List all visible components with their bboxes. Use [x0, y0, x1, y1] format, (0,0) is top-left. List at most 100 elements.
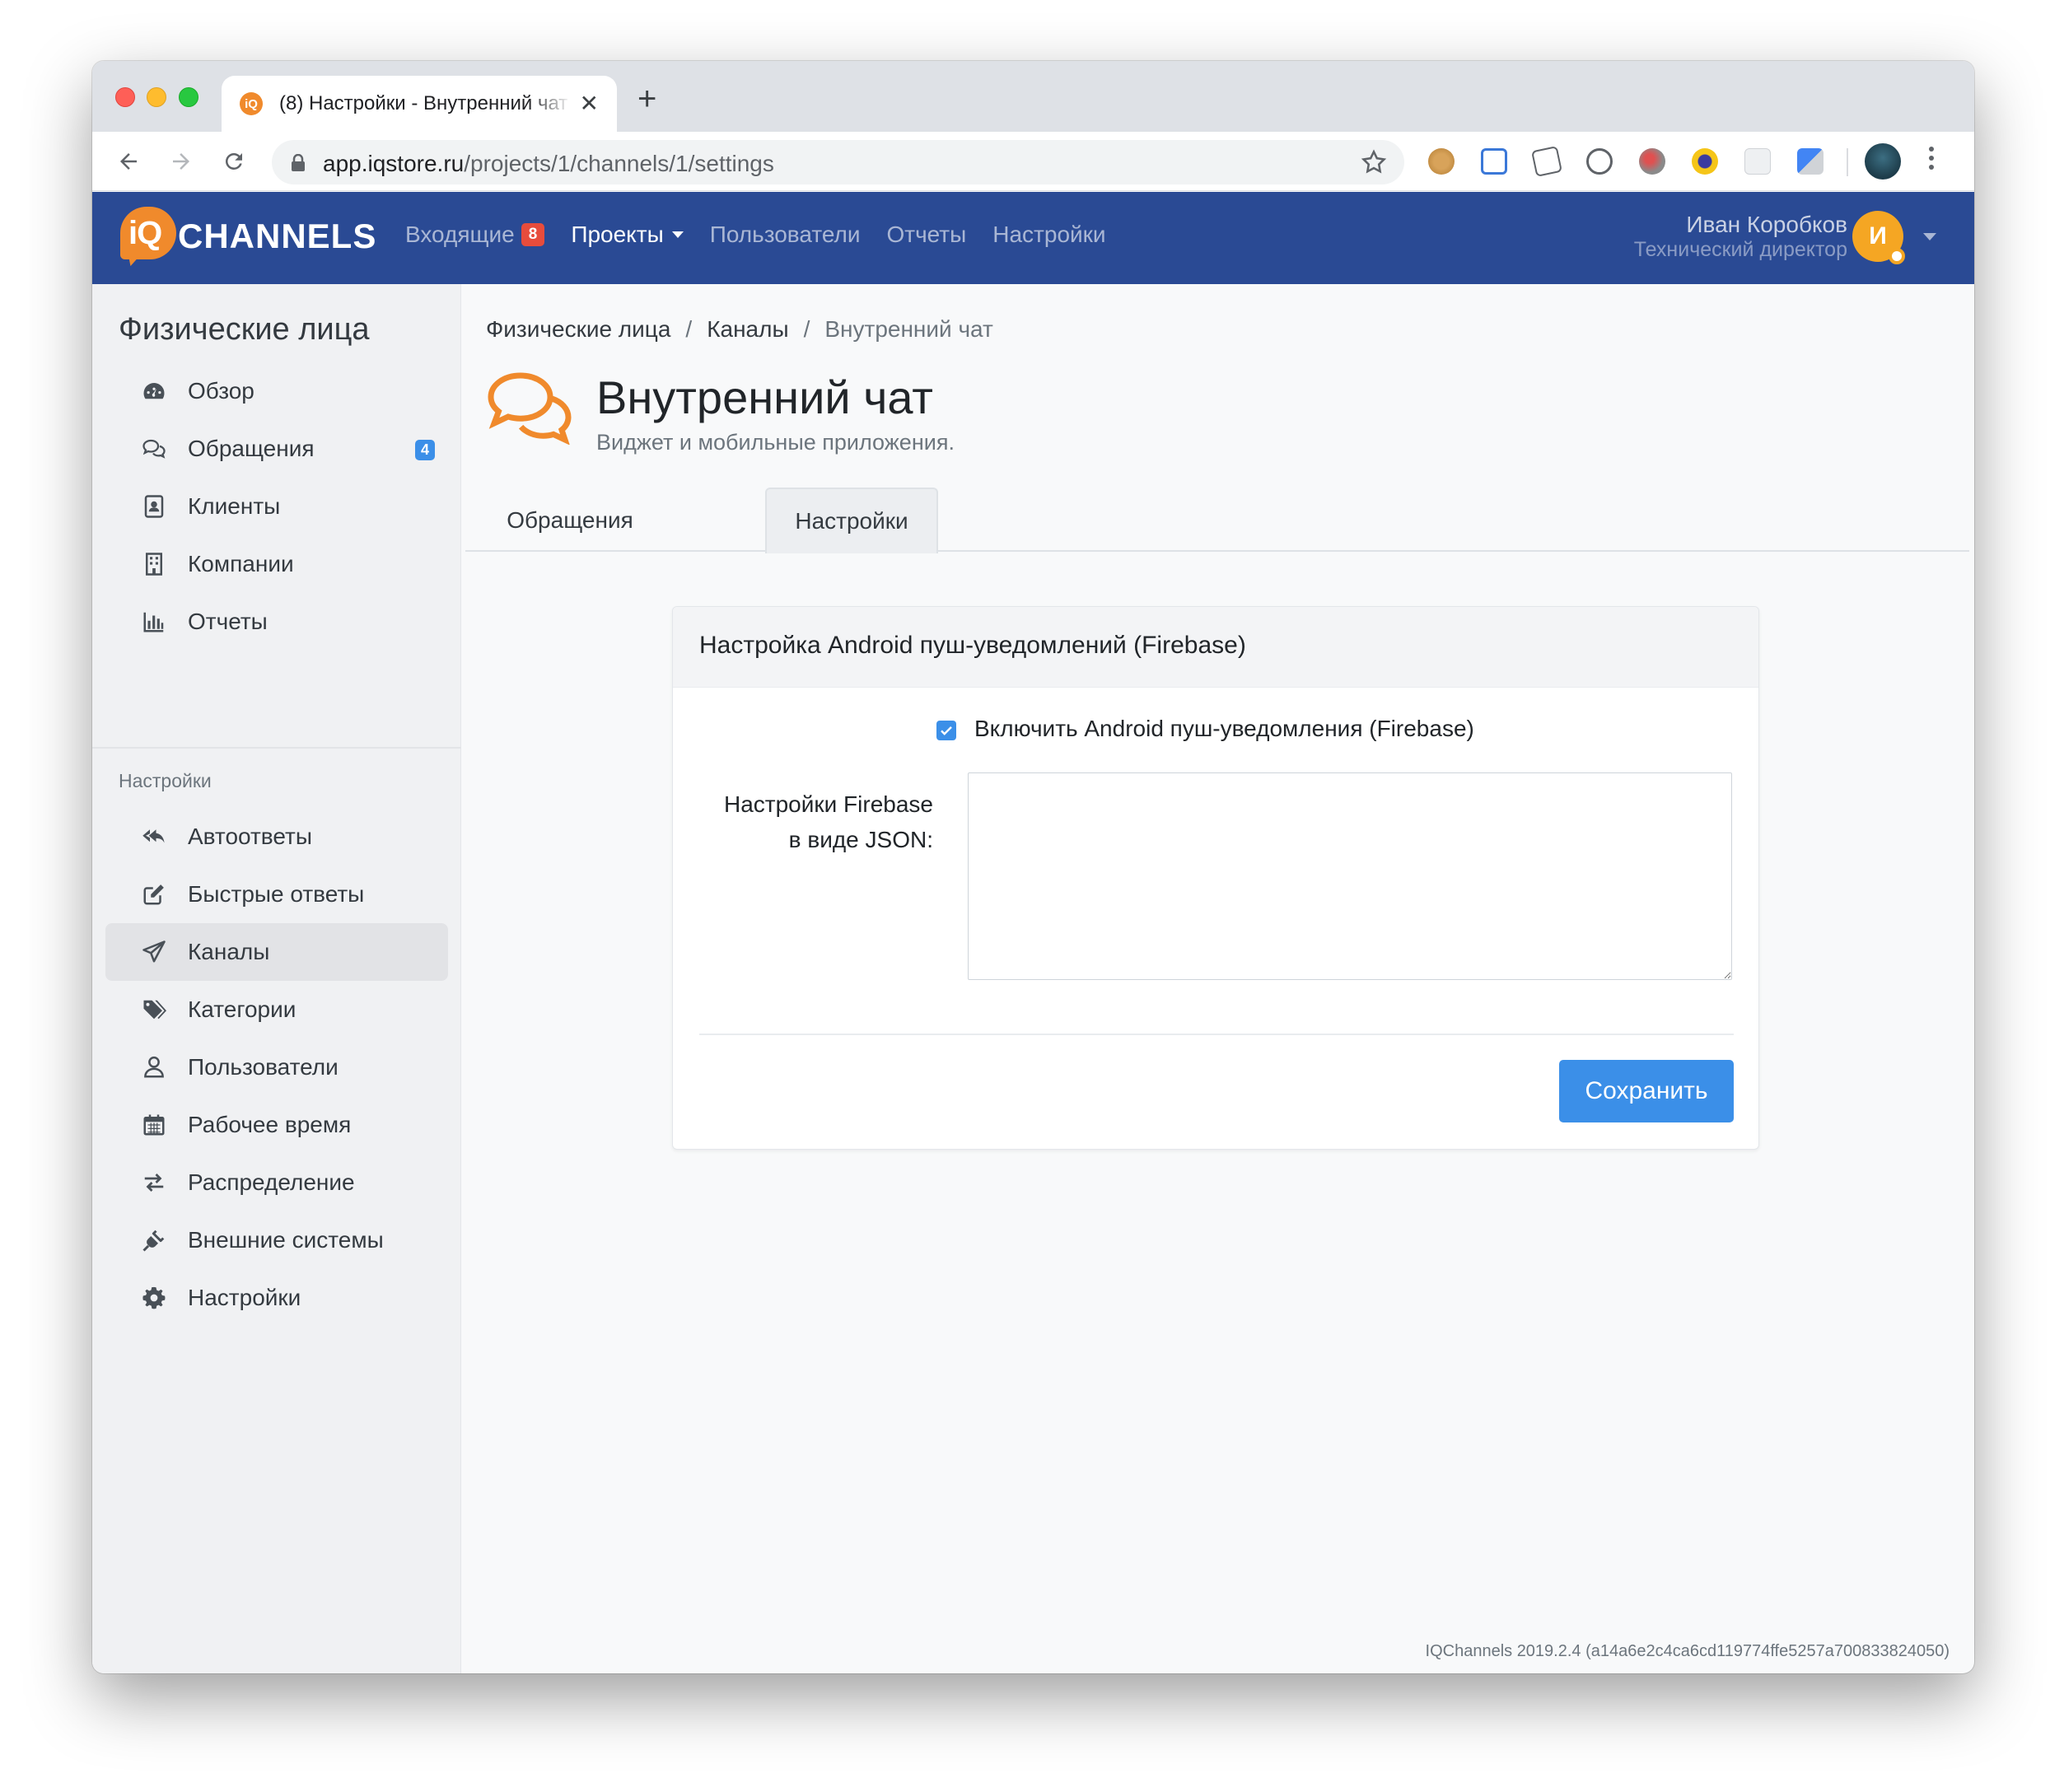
caret-down-icon	[671, 231, 684, 238]
sidebar-section-label: Настройки	[119, 770, 212, 791]
plug-icon	[140, 1226, 168, 1254]
new-tab-button[interactable]: +	[637, 82, 656, 115]
minimize-window-button[interactable]	[147, 87, 166, 107]
status-dot-icon	[1889, 248, 1905, 264]
top-nav: Входящие 8 Проекты Пользователи Отчеты Н…	[405, 222, 1132, 248]
comments-icon	[140, 435, 168, 463]
breadcrumb-item[interactable]: Физические лица	[486, 316, 670, 343]
firebase-json-label-line1: Настройки Firebase	[723, 791, 933, 817]
nav-inbox-label: Входящие	[405, 222, 515, 247]
sidebar-item-label: Клиенты	[188, 493, 281, 519]
sidebar-item-label: Отчеты	[188, 609, 268, 634]
favicon-icon: iQ	[240, 92, 263, 115]
sidebar-item-label: Автоответы	[188, 824, 312, 849]
cog-icon	[140, 1284, 168, 1312]
bookmark-star-icon[interactable]	[1360, 148, 1388, 176]
screen-extension-icon[interactable]	[1481, 148, 1507, 175]
breadcrumb-current: Внутренний чат	[824, 316, 993, 342]
zoom-window-button[interactable]	[179, 87, 198, 107]
save-button[interactable]: Сохранить	[1559, 1060, 1734, 1122]
tab-settings[interactable]: Настройки	[765, 488, 938, 553]
ruler-extension-icon[interactable]	[1531, 146, 1562, 177]
sidebar-item-channels[interactable]: Каналы	[105, 923, 448, 981]
sidebar-item-label: Каналы	[188, 939, 270, 964]
close-window-button[interactable]	[115, 87, 135, 107]
user-menu-caret-icon[interactable]	[1923, 233, 1936, 240]
firebase-json-textarea[interactable]	[968, 772, 1732, 980]
dashboard-icon	[140, 377, 168, 405]
globe-extension-icon[interactable]	[1639, 148, 1665, 175]
logo-text: CHANNELS	[178, 217, 377, 255]
version-footer: IQChannels 2019.2.4 (a14a6e2c4ca6cd11977…	[1425, 1642, 1950, 1660]
moon-extension-icon[interactable]	[1692, 148, 1718, 175]
sidebar-item-reports[interactable]: Отчеты	[105, 593, 448, 651]
browser-menu-icon[interactable]	[1929, 147, 1934, 170]
exchange-icon	[140, 1169, 168, 1197]
back-button[interactable]	[110, 143, 147, 180]
card-header: Настройка Android пуш-уведомлений (Fireb…	[673, 607, 1758, 688]
sidebar-item-label: Внешние системы	[188, 1227, 384, 1253]
tags-icon	[140, 996, 168, 1024]
sidebar-item-label: Настройки	[188, 1285, 301, 1310]
nav-users[interactable]: Пользователи	[710, 222, 861, 248]
sidebar-item-label: Распределение	[188, 1169, 355, 1195]
tab-requests[interactable]: Обращения	[465, 488, 675, 553]
nav-inbox[interactable]: Входящие 8	[405, 222, 545, 248]
nav-settings[interactable]: Настройки	[992, 222, 1105, 248]
code-extension-icon[interactable]	[1586, 148, 1613, 175]
nav-reports[interactable]: Отчеты	[886, 222, 966, 248]
cookie-extension-icon[interactable]	[1428, 148, 1455, 175]
firebase-settings-card: Настройка Android пуш-уведомлений (Fireb…	[672, 606, 1759, 1150]
tab-title: (8) Настройки - Внутренний чат	[279, 92, 568, 114]
card-divider	[699, 1034, 1734, 1035]
sidebar-title: Физические лица	[119, 312, 370, 347]
sidebar-item-companies[interactable]: Компании	[105, 535, 448, 593]
sidebar-item-quick-replies[interactable]: Быстрые ответы	[105, 866, 448, 923]
nav-projects[interactable]: Проекты	[571, 222, 684, 248]
browser-tab[interactable]: iQ (8) Настройки - Внутренний чат ✕	[222, 76, 617, 132]
contact-card-icon	[140, 492, 168, 520]
sidebar-item-autoreplies[interactable]: Автоответы	[105, 808, 448, 866]
breadcrumb: Физические лица / Каналы / Внутренний ча…	[486, 316, 993, 343]
browser-toolbar: app.iqstore.ru/projects/1/channels/1/set…	[92, 132, 1974, 191]
page-tabs: Обращения Настройки	[465, 488, 1969, 553]
sidebar-item-settings[interactable]: Настройки	[105, 1269, 448, 1327]
address-bar[interactable]: app.iqstore.ru/projects/1/channels/1/set…	[272, 140, 1404, 184]
user-role: Технический директор	[1633, 238, 1847, 261]
profile-avatar[interactable]	[1865, 143, 1901, 180]
sidebar-item-categories[interactable]: Категории	[105, 981, 448, 1038]
user-icon	[140, 1053, 168, 1081]
blank-extension-icon[interactable]	[1744, 148, 1771, 175]
reload-button[interactable]	[216, 143, 252, 180]
nav-projects-label: Проекты	[571, 222, 664, 247]
checkmark-icon	[941, 726, 952, 735]
user-name[interactable]: Иван Коробков	[1686, 212, 1847, 238]
requests-count-badge: 4	[414, 440, 435, 460]
reply-all-icon	[140, 823, 168, 851]
sidebar-divider	[92, 747, 461, 749]
sidebar-item-distribution[interactable]: Распределение	[105, 1154, 448, 1211]
url-path: /projects/1/channels/1/settings	[464, 151, 774, 176]
sidebar-item-external-systems[interactable]: Внешние системы	[105, 1211, 448, 1269]
enable-firebase-checkbox[interactable]	[936, 721, 956, 740]
arrow-left-icon	[120, 153, 137, 170]
sidebar-item-overview[interactable]: Обзор	[105, 362, 448, 420]
sidebar-item-requests[interactable]: Обращения 4	[105, 420, 448, 478]
toolbar-separator	[1847, 148, 1848, 176]
firebase-json-label-line2: в виде JSON:	[788, 827, 933, 852]
enable-firebase-label[interactable]: Включить Android пуш-уведомления (Fireba…	[974, 716, 1474, 742]
bar-chart-icon	[140, 608, 168, 636]
browser-window: iQ (8) Настройки - Внутренний чат ✕ + ap…	[92, 61, 1974, 1673]
close-tab-icon[interactable]: ✕	[580, 92, 599, 115]
building-icon	[140, 550, 168, 578]
chat-bubbles-icon	[488, 372, 572, 445]
calendar-icon	[140, 1111, 168, 1139]
sidebar-item-label: Категории	[188, 996, 297, 1022]
sidebar-item-working-hours[interactable]: Рабочее время	[105, 1096, 448, 1154]
forward-button[interactable]	[163, 143, 199, 180]
sidebar-item-clients[interactable]: Клиенты	[105, 478, 448, 535]
sidebar-item-users[interactable]: Пользователи	[105, 1038, 448, 1096]
sidebar-item-label: Обзор	[188, 378, 254, 404]
translate-extension-icon[interactable]	[1797, 148, 1824, 175]
breadcrumb-item[interactable]: Каналы	[707, 316, 788, 343]
